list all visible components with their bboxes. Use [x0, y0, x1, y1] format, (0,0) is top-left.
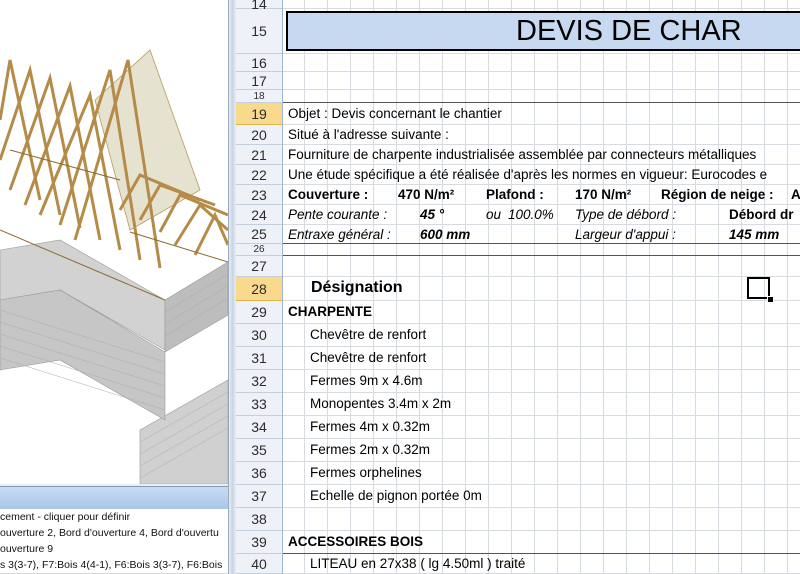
row-header[interactable]: 30 — [236, 324, 282, 347]
objet-cell[interactable]: Objet : Devis concernant le chantier — [288, 106, 502, 121]
section-charpente[interactable]: CHARPENTE — [288, 304, 372, 319]
document-title: DEVIS DE CHAR — [516, 15, 742, 47]
row-header[interactable]: 18 — [236, 90, 282, 103]
model-3d-panel: cement - cliquer pour définir ouverture … — [0, 0, 228, 574]
designation-item[interactable]: Monopentes 3.4m x 2m — [310, 396, 451, 411]
row-header[interactable]: 37 — [236, 485, 282, 508]
row-header[interactable]: 35 — [236, 439, 282, 462]
section-accessoires-bois[interactable]: ACCESSOIRES BOIS — [288, 534, 423, 549]
pente-value[interactable]: 45 ° — [420, 207, 444, 222]
row-header[interactable]: 34 — [236, 416, 282, 439]
row-header[interactable]: 22 — [236, 165, 282, 185]
property-row[interactable]: s 3(3-7), F7:Bois 4(4-1), F6:Bois 3(3-7)… — [0, 557, 228, 574]
fourniture-cell[interactable]: Fourniture de charpente industrialisée a… — [288, 147, 756, 162]
entraxe-value[interactable]: 600 mm — [420, 227, 470, 242]
designation-item[interactable]: LITEAU en 27x38 ( lg 4.50ml ) traité — [310, 556, 525, 571]
row-header[interactable]: 15 — [236, 9, 282, 54]
grid-row — [283, 72, 800, 90]
spreadsheet[interactable]: 14 15 16 17 18 19 20 21 22 23 24 25 26 2… — [236, 0, 800, 574]
row-headers: 14 15 16 17 18 19 20 21 22 23 24 25 26 2… — [236, 0, 283, 574]
adresse-cell[interactable]: Situé à l'adresse suivante : — [288, 127, 449, 142]
row-header[interactable]: 23 — [236, 185, 282, 205]
row-header[interactable]: 27 — [236, 256, 282, 277]
entraxe-label[interactable]: Entraxe général : — [288, 227, 391, 242]
row-header[interactable]: 40 — [236, 554, 282, 574]
couverture-value[interactable]: 470 N/m² — [398, 187, 454, 202]
designation-item[interactable]: Echelle de pignon portée 0m — [310, 488, 482, 503]
row-header[interactable]: 20 — [236, 125, 282, 145]
designation-header[interactable]: Désignation — [311, 279, 403, 297]
properties-header-bar — [0, 486, 228, 510]
neige-label[interactable]: Région de neige : — [661, 187, 774, 202]
3d-viewport[interactable] — [0, 0, 228, 485]
debord-type-label[interactable]: Type de débord : — [575, 207, 676, 222]
row-header[interactable]: 16 — [236, 54, 282, 72]
couverture-label[interactable]: Couverture : — [288, 187, 368, 202]
property-row[interactable]: ouverture 2, Bord d'ouverture 4, Bord d'… — [0, 525, 228, 542]
etude-cell[interactable]: Une étude spécifique a été réalisée d'ap… — [288, 167, 767, 182]
row-header[interactable]: 29 — [236, 301, 282, 324]
debord-value[interactable]: Débord dr — [729, 207, 794, 222]
row-header-selected[interactable]: 19 — [236, 103, 282, 125]
designation-item[interactable]: Fermes orphelines — [310, 465, 422, 480]
appui-value[interactable]: 145 mm — [729, 227, 779, 242]
row-header[interactable]: 31 — [236, 347, 282, 370]
row-header-selected[interactable]: 28 — [236, 277, 282, 301]
neige-value[interactable]: A — [791, 187, 800, 202]
row-header[interactable]: 21 — [236, 145, 282, 165]
grid-row — [283, 508, 800, 531]
roof-truss-model-render — [0, 49, 228, 485]
designation-item[interactable]: Fermes 2m x 0.32m — [310, 442, 430, 457]
row-header[interactable]: 17 — [236, 72, 282, 90]
property-row[interactable]: cement - cliquer pour définir — [0, 509, 228, 526]
plafond-label[interactable]: Plafond : — [486, 187, 544, 202]
grid-row — [283, 90, 800, 103]
grid-row — [283, 256, 800, 277]
row-header[interactable]: 36 — [236, 462, 282, 485]
row-header[interactable]: 32 — [236, 370, 282, 393]
row-header[interactable]: 26 — [236, 244, 282, 256]
pente-ou[interactable]: ou — [486, 207, 501, 222]
designation-item[interactable]: Fermes 4m x 0.32m — [310, 419, 430, 434]
pente-percent[interactable]: 100.0% — [508, 207, 554, 222]
plafond-value[interactable]: 170 N/m² — [575, 187, 631, 202]
grid-row — [283, 0, 800, 9]
row-header[interactable]: 38 — [236, 508, 282, 531]
pente-label[interactable]: Pente courante : — [288, 207, 387, 222]
row-header[interactable]: 33 — [236, 393, 282, 416]
property-row[interactable]: ouverture 9 — [0, 541, 228, 558]
designation-item[interactable]: Chevêtre de renfort — [310, 350, 426, 365]
grid-row — [283, 244, 800, 256]
designation-item[interactable]: Chevêtre de renfort — [310, 327, 426, 342]
row-header[interactable]: 25 — [236, 225, 282, 244]
panel-splitter[interactable] — [228, 0, 236, 574]
fill-handle[interactable] — [767, 296, 774, 303]
row-header[interactable]: 24 — [236, 205, 282, 225]
designation-item[interactable]: Fermes 9m x 4.6m — [310, 373, 423, 388]
row-header[interactable]: 14 — [236, 0, 282, 12]
appui-label[interactable]: Largeur d'appui : — [575, 227, 676, 242]
grid-row — [283, 54, 800, 72]
row-header[interactable]: 39 — [236, 531, 282, 554]
